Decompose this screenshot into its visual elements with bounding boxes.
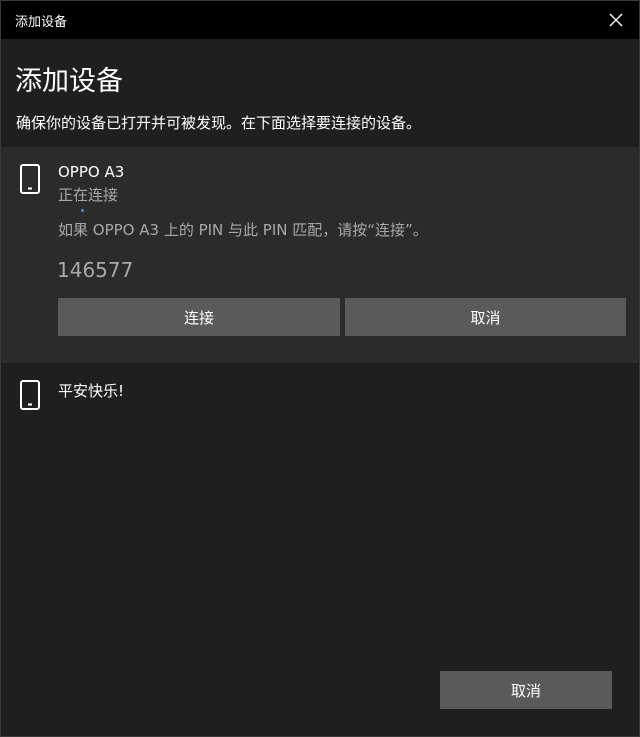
footer-cancel-button[interactable]: 取消 <box>440 671 612 709</box>
connect-button[interactable]: 连接 <box>58 298 340 336</box>
device-cancel-button[interactable]: 取消 <box>345 298 626 336</box>
device-status: 正在连接 <box>58 186 119 204</box>
device-item-pingan[interactable]: 平安快乐! <box>1 363 639 423</box>
phone-icon <box>20 164 40 194</box>
pin-code: 146577 <box>57 258 134 282</box>
title-bar: 添加设备 <box>1 1 639 39</box>
pin-message: 如果 OPPO A3 上的 PIN 与此 PIN 匹配，请按“连接”。 <box>58 221 428 239</box>
device-name: 平安快乐! <box>58 382 125 400</box>
page-title: 添加设备 <box>15 66 123 97</box>
instruction-text: 确保你的设备已打开并可被发现。在下面选择要连接的设备。 <box>16 114 422 132</box>
phone-icon <box>20 380 40 410</box>
device-item-oppo-a3[interactable]: OPPO A3 正在连接 如果 OPPO A3 上的 PIN 与此 PIN 匹配… <box>1 147 639 363</box>
window-title: 添加设备 <box>15 14 68 30</box>
close-icon <box>609 13 623 27</box>
device-name: OPPO A3 <box>58 163 125 181</box>
progress-indicator <box>81 209 84 212</box>
close-button[interactable] <box>593 1 639 39</box>
add-device-window: 添加设备 添加设备 确保你的设备已打开并可被发现。在下面选择要连接的设备。 OP… <box>0 0 640 737</box>
